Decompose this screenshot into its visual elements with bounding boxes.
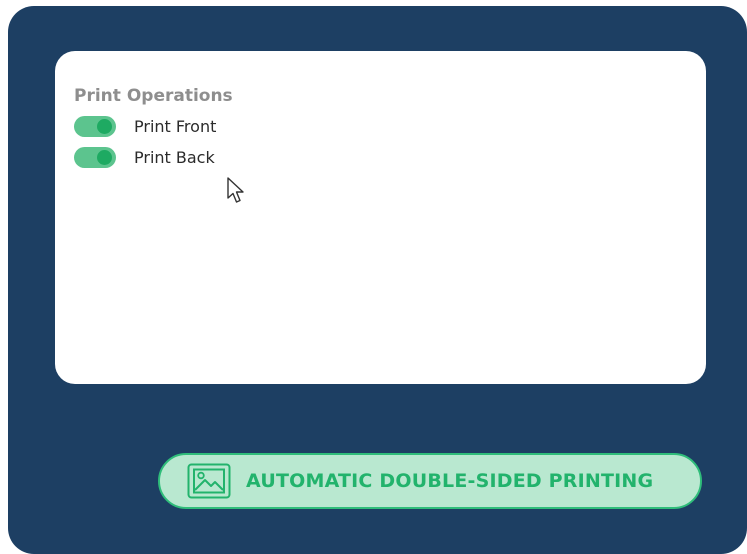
print-back-label: Print Back: [134, 147, 215, 167]
section-title: Print Operations: [74, 86, 233, 106]
image-icon: [186, 462, 232, 500]
app-frame: Print Operations Print Front Print Back: [8, 6, 747, 554]
toggle-knob: [97, 118, 112, 134]
print-back-toggle[interactable]: [74, 146, 116, 168]
print-front-toggle[interactable]: [74, 115, 116, 137]
toggle-knob: [97, 149, 112, 165]
print-front-row[interactable]: Print Front: [74, 115, 216, 137]
print-front-label: Print Front: [134, 116, 217, 136]
feature-badge-label: AUTOMATIC DOUBLE-SIDED PRINTING: [246, 470, 654, 492]
print-operations-panel: Print Operations Print Front Print Back: [55, 51, 706, 384]
mouse-pointer-icon: [227, 177, 244, 203]
feature-badge: AUTOMATIC DOUBLE-SIDED PRINTING: [158, 453, 702, 509]
print-back-row[interactable]: Print Back: [74, 146, 215, 168]
